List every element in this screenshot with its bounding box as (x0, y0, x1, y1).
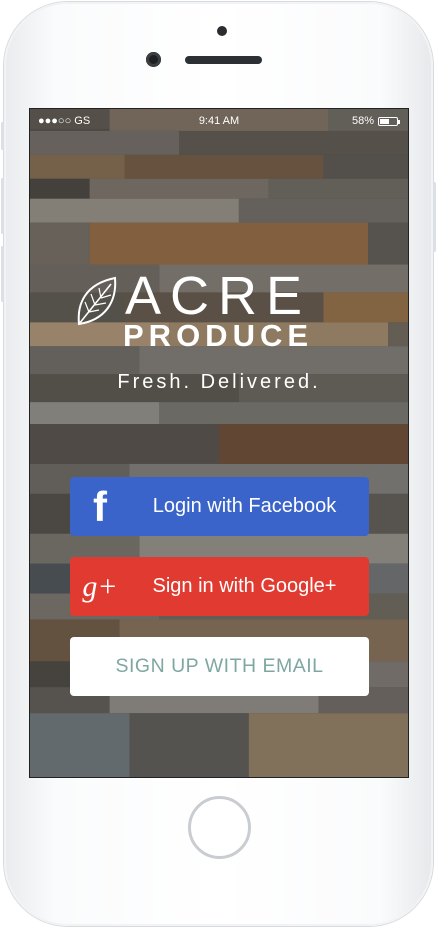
mute-switch (1, 122, 4, 150)
front-camera (146, 52, 161, 67)
email-signup-label: SIGN UP WITH EMAIL (115, 655, 324, 677)
battery-indicator: 58% (351, 115, 400, 127)
facebook-login-label: Login with Facebook (152, 495, 337, 517)
battery-percent: 58% (351, 115, 374, 127)
google-signin-button[interactable]: g+ Sign in with Google+ (70, 557, 369, 616)
status-bar: ●●●○○ GS 9:41 AM 58% (30, 109, 408, 133)
home-button[interactable] (188, 796, 251, 859)
earpiece-speaker (185, 56, 262, 64)
leaf-icon (77, 276, 117, 326)
proximity-sensor (217, 26, 227, 36)
tagline: Fresh. Delivered. (117, 371, 321, 393)
email-signup-button[interactable]: SIGN UP WITH EMAIL (70, 637, 369, 696)
google-signin-label: Sign in with Google+ (152, 575, 337, 597)
brand-subname: PRODUCE (123, 318, 314, 353)
battery-fill (380, 118, 390, 124)
volume-up-button (1, 178, 4, 234)
google-plus-icon: g+ (82, 569, 118, 603)
power-button (433, 182, 436, 252)
brand-logo: ACRE PRODUCE (75, 269, 375, 359)
battery-icon (378, 116, 400, 126)
facebook-login-button[interactable]: f Login with Facebook (70, 477, 369, 536)
volume-down-button (1, 246, 4, 302)
brand-name: ACRE (125, 266, 312, 326)
app-screen: ●●●○○ GS 9:41 AM 58% ACRE PRODUCE Fresh.… (29, 108, 409, 778)
facebook-icon: f (93, 482, 107, 530)
